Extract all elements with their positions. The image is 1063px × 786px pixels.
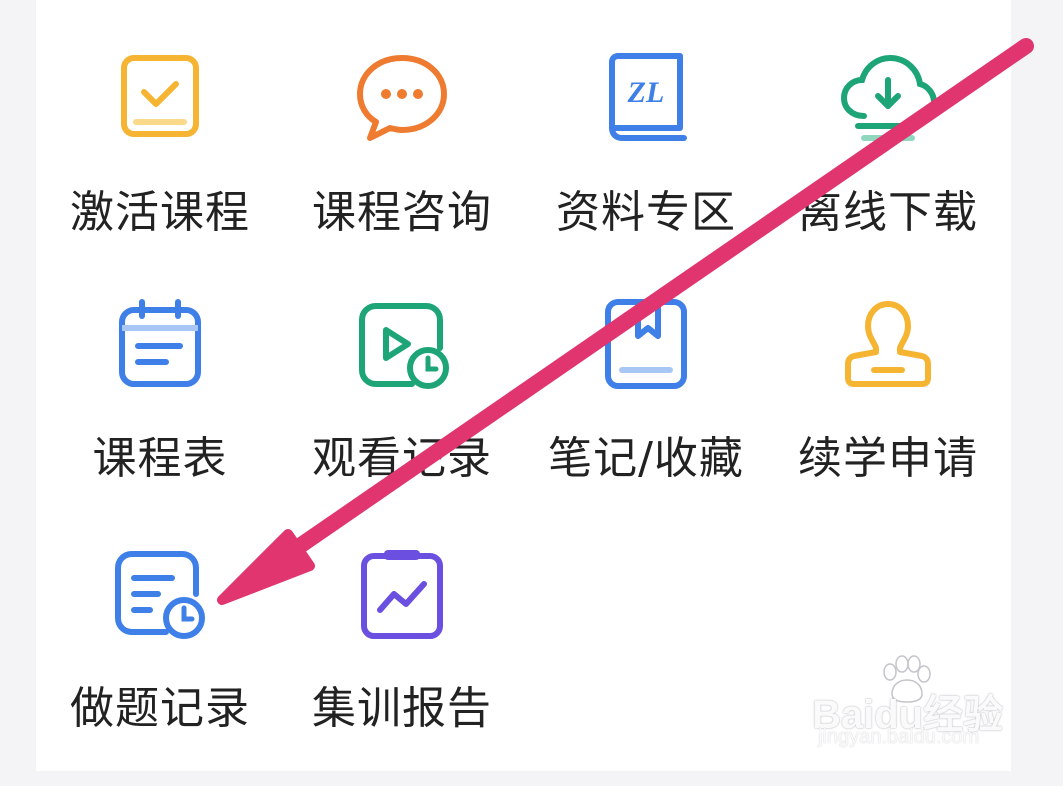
menu-item-label: 激活课程	[70, 187, 250, 238]
cloud-download-icon	[838, 50, 938, 150]
menu-item-label: 观看记录	[312, 433, 492, 484]
menu-item-schedule[interactable]: 课程表	[40, 296, 280, 536]
menu-item-label: 课程咨询	[312, 187, 492, 238]
book-icon: ZL	[596, 50, 696, 150]
menu-grid: 激活课程 课程咨询 ZL 资料专区 离线下载 课程表 观看记录 笔记/收藏 续学…	[0, 0, 1063, 771]
stamp-icon	[838, 296, 938, 396]
menu-item-label: 笔记/收藏	[548, 433, 744, 484]
calendar-icon	[110, 296, 210, 396]
menu-item-label: 课程表	[92, 433, 228, 484]
menu-item-watch-history[interactable]: 观看记录	[282, 296, 522, 536]
video-history-icon	[352, 296, 452, 396]
menu-item-notes-favorites[interactable]: 笔记/收藏	[526, 296, 766, 536]
menu-item-course-consult[interactable]: 课程咨询	[282, 50, 522, 290]
menu-item-quiz-history[interactable]: 做题记录	[40, 546, 280, 786]
menu-item-renewal-application[interactable]: 续学申请	[768, 296, 1008, 536]
menu-item-label: 做题记录	[70, 683, 250, 734]
menu-item-activate-course[interactable]: 激活课程	[40, 50, 280, 290]
menu-item-materials[interactable]: ZL 资料专区	[526, 50, 766, 290]
menu-item-training-report[interactable]: 集训报告	[282, 546, 522, 786]
chat-bubble-icon	[352, 50, 452, 150]
menu-item-label: 离线下载	[798, 187, 978, 238]
report-chart-icon	[352, 546, 452, 646]
menu-item-offline-download[interactable]: 离线下载	[768, 50, 1008, 290]
checkbox-icon	[110, 50, 210, 150]
svg-text:ZL: ZL	[627, 76, 665, 109]
menu-item-label: 资料专区	[556, 187, 736, 238]
quiz-history-icon	[110, 546, 210, 646]
menu-item-label: 集训报告	[312, 683, 492, 734]
menu-item-label: 续学申请	[798, 433, 978, 484]
bookmark-book-icon	[596, 296, 696, 396]
